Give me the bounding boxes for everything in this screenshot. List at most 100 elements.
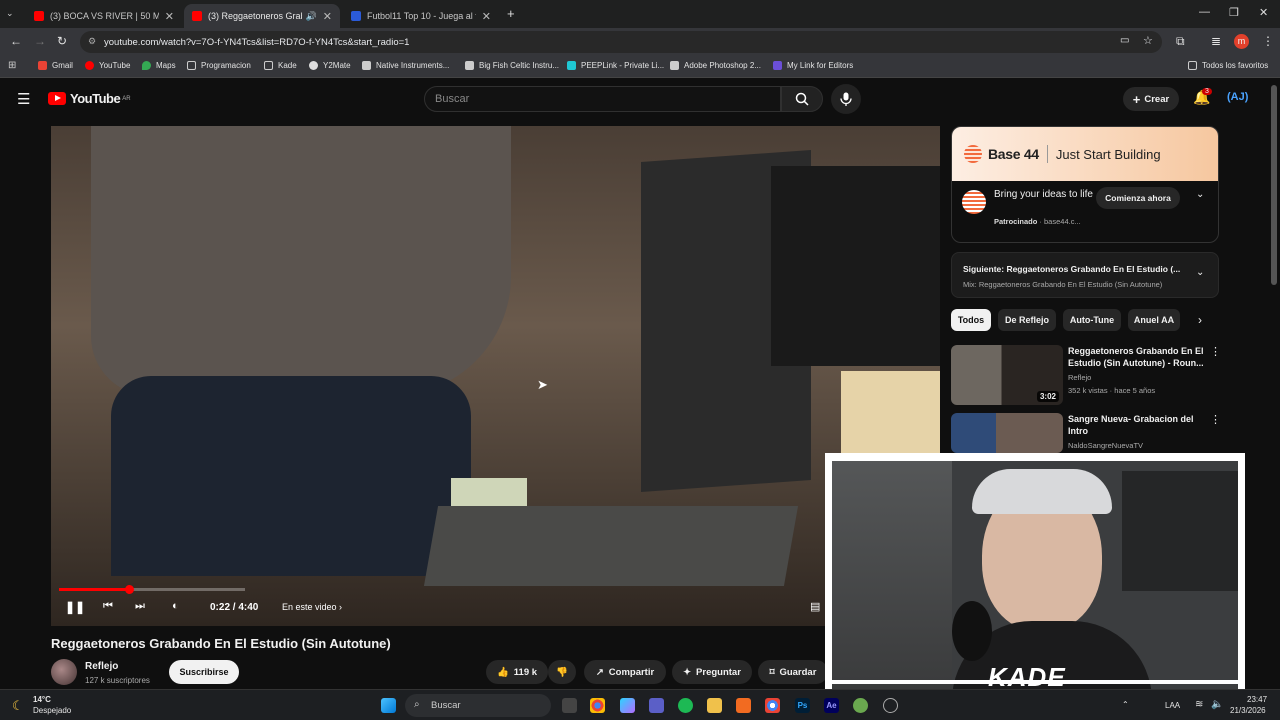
tab-futbol11[interactable]: Futbol11 Top 10 - Juega al fútbol ✕ [343, 4, 499, 28]
close-tab-icon[interactable]: ✕ [165, 10, 174, 23]
create-button[interactable]: + Crear [1123, 87, 1179, 111]
bookmark-peeplink[interactable]: PEEPLink - Private Li... [567, 61, 664, 70]
bookmark-star-icon[interactable]: ☆ [1143, 34, 1153, 47]
task-view-icon[interactable] [562, 698, 577, 713]
weather-desc[interactable]: Despejado [33, 706, 71, 715]
sponsored-ad[interactable]: Base 44 Just Start Building Bring your i… [951, 126, 1219, 243]
chip-anuel-aa[interactable]: Anuel AA [1128, 309, 1180, 331]
back-icon[interactable]: ← [10, 34, 22, 48]
chrome-icon[interactable] [590, 698, 605, 713]
minimize-icon[interactable]: — [1199, 6, 1210, 18]
bookmark-big-fish[interactable]: Big Fish Celtic Instru... [465, 61, 559, 70]
search-button[interactable] [781, 86, 823, 112]
tray-overflow-icon[interactable]: ⌃ [1122, 700, 1129, 709]
restore-icon[interactable]: ❐ [1229, 6, 1239, 19]
related-video-title[interactable]: Reggaetoneros Grabando En El Estudio (Si… [1068, 345, 1204, 369]
more-options-icon[interactable]: ⋮ [1210, 345, 1221, 358]
profile-avatar[interactable]: m [1234, 34, 1249, 49]
network-icon[interactable]: ≋ [1195, 699, 1203, 710]
apps-grid-icon[interactable]: ⊞ [8, 60, 16, 71]
app-circle-icon[interactable] [883, 698, 898, 713]
bookmark-kade[interactable]: Kade [264, 61, 297, 70]
clock-time[interactable]: 23:47 [1247, 695, 1267, 704]
bookmark-photoshop[interactable]: Adobe Photoshop 2... [670, 61, 761, 70]
voice-search-button[interactable] [831, 84, 861, 114]
subtitles-icon[interactable]: ▤ [810, 600, 820, 613]
audio-playing-icon[interactable]: 🔊 [306, 11, 317, 22]
chevron-right-icon[interactable]: › [1198, 313, 1202, 327]
taskbar-search[interactable]: ⌕ Buscar [405, 694, 551, 717]
windows-start-icon[interactable] [381, 698, 396, 713]
related-thumbnail[interactable] [951, 413, 1063, 453]
weather-temp[interactable]: 14°C [33, 695, 51, 704]
clock-date[interactable]: 21/3/2026 [1230, 706, 1266, 715]
ad-banner[interactable]: Base 44 Just Start Building [952, 127, 1218, 181]
related-thumbnail[interactable]: 3:02 [951, 345, 1063, 405]
tab-boca-river[interactable]: (3) BOCA VS RIVER | 50 MEJORES ✕ [26, 4, 182, 28]
after-effects-icon[interactable]: Ae [824, 698, 839, 713]
chip-auto-tune[interactable]: Auto-Tune [1063, 309, 1121, 331]
bookmark-y2mate[interactable]: Y2Mate [309, 61, 351, 70]
ad-cta-button[interactable]: Comienza ahora [1096, 187, 1180, 209]
extensions-icon[interactable]: ⧉ [1176, 34, 1185, 49]
channel-name[interactable]: Reflejo [85, 661, 118, 672]
previous-icon[interactable]: ⏮ [103, 600, 113, 613]
language-indicator[interactable]: LAA [1165, 701, 1180, 710]
share-button[interactable]: ↗ Compartir [584, 660, 666, 684]
brave-icon[interactable] [736, 698, 751, 713]
chip-todos[interactable]: Todos [951, 309, 991, 331]
teams-icon[interactable] [649, 698, 664, 713]
channel-avatar[interactable] [51, 659, 77, 685]
dislike-button[interactable]: 👎 [548, 660, 576, 684]
search-input[interactable]: Buscar [424, 86, 781, 112]
video-player[interactable]: ➤ ❚❚ ⏮ ⏭ ◐ 0:22 / 4:40 En este video › ▤ [51, 126, 940, 626]
file-explorer-icon[interactable] [707, 698, 722, 713]
tab-reggaetoneros[interactable]: (3) Reggaetoneros Grabando 🔊 ✕ [184, 4, 340, 28]
speaker-icon[interactable]: 🔈 [1211, 699, 1223, 710]
bookmark-my-link[interactable]: My Link for Editors [773, 61, 853, 70]
related-video-title[interactable]: Sangre Nueva- Grabacion del Intro [1068, 413, 1204, 437]
ad-headline[interactable]: Bring your ideas to life [994, 188, 1094, 202]
chevron-down-icon[interactable]: ⌄ [1196, 267, 1204, 278]
progress-bar[interactable] [59, 585, 245, 594]
more-options-icon[interactable]: ⋮ [1210, 413, 1221, 426]
reading-list-icon[interactable]: ≣ [1211, 34, 1221, 48]
photoshop-taskbar-icon[interactable]: Ps [795, 698, 810, 713]
chip-de-reflejo[interactable]: De Reflejo [998, 309, 1056, 331]
cast-icon[interactable]: ▭ [1120, 35, 1129, 46]
related-video-channel[interactable]: NaldoSangreNuevaTV [1068, 441, 1143, 450]
chapters-button[interactable]: En este video › [282, 602, 342, 612]
all-bookmarks[interactable]: Todos los favoritos [1188, 61, 1268, 70]
next-icon[interactable]: ⏭ [135, 600, 145, 613]
youtube-logo[interactable]: YouTube AR [48, 91, 131, 106]
spotify-icon[interactable] [678, 698, 693, 713]
bookmark-youtube[interactable]: YouTube [85, 61, 130, 70]
account-avatar[interactable]: (AJ) [1227, 91, 1248, 103]
up-next-panel[interactable]: Siguiente: Reggaetoneros Grabando En El … [951, 252, 1219, 298]
bookmark-gmail[interactable]: Gmail [38, 61, 73, 70]
page-scrollbar[interactable] [1271, 85, 1277, 285]
save-button[interactable]: ⌑ Guardar [758, 660, 828, 684]
site-info-icon[interactable]: ⚙ [88, 36, 96, 47]
hamburger-menu-icon[interactable]: ☰ [17, 90, 30, 108]
bookmark-maps[interactable]: Maps [142, 61, 176, 70]
related-video-channel[interactable]: Reflejo [1068, 373, 1091, 382]
close-tab-icon[interactable]: ✕ [482, 10, 491, 23]
reload-icon[interactable]: ↻ [57, 34, 67, 48]
volume-icon[interactable]: ◐ [172, 600, 179, 612]
menu-kebab-icon[interactable]: ⋮ [1262, 34, 1274, 48]
tab-search-icon[interactable]: ⌄ [6, 8, 14, 19]
new-tab-icon[interactable]: + [507, 6, 515, 21]
subscribe-button[interactable]: Suscribirse [169, 660, 239, 684]
close-window-icon[interactable]: ✕ [1259, 6, 1268, 19]
app-green-icon[interactable] [853, 698, 868, 713]
copilot-icon[interactable] [620, 698, 635, 713]
address-bar[interactable]: ⚙ youtube.com/watch?v=7O-f-YN4Tcs&list=R… [80, 31, 1162, 53]
close-tab-icon[interactable]: ✕ [323, 10, 332, 23]
pause-icon[interactable]: ❚❚ [65, 600, 85, 614]
forward-icon[interactable]: → [34, 34, 46, 48]
progress-scrubber[interactable] [125, 585, 134, 594]
like-button[interactable]: 👍 119 k [486, 660, 548, 684]
weather-moon-icon[interactable]: ☾ [12, 698, 24, 714]
chrome-profile-icon[interactable] [765, 698, 780, 713]
